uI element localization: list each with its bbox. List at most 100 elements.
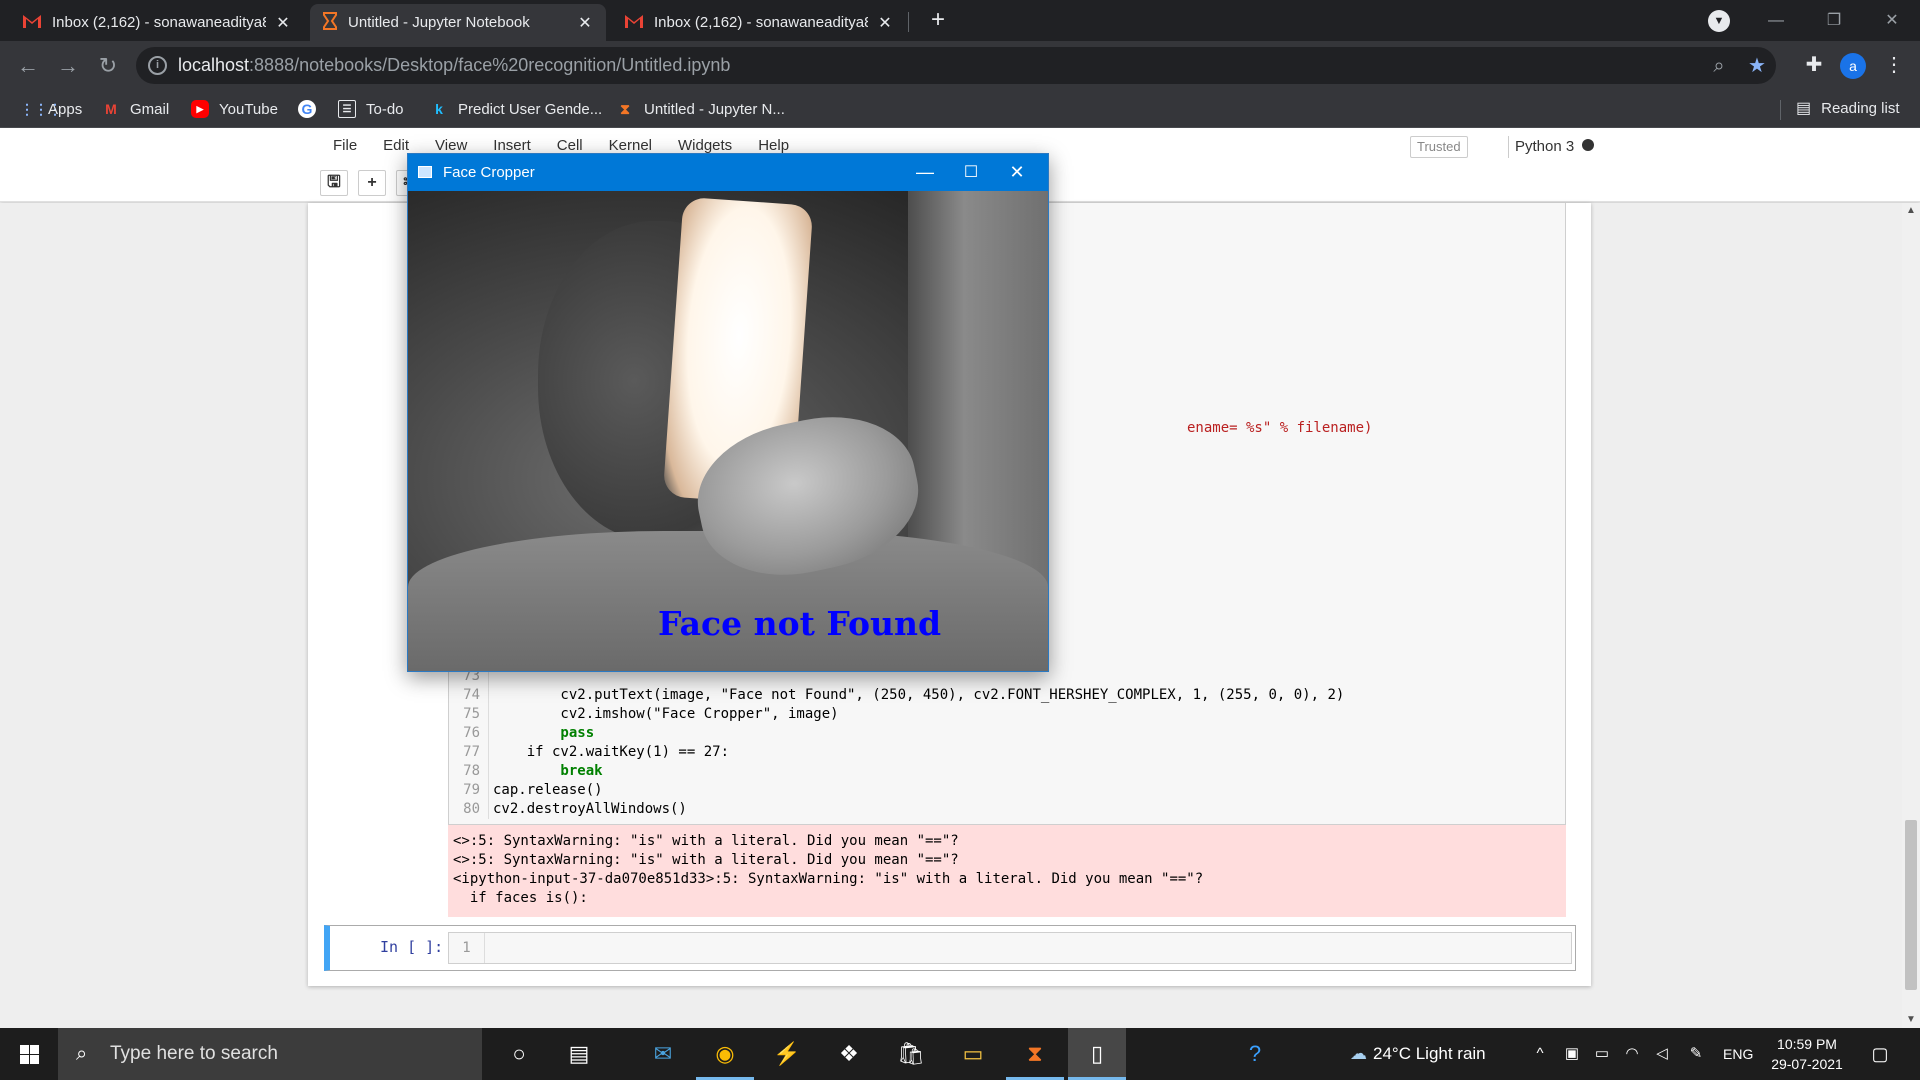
chrome-icon[interactable]: ◉ — [696, 1028, 754, 1080]
pen-icon[interactable]: ✎ — [1686, 1044, 1706, 1064]
windows-logo-icon — [20, 1055, 29, 1064]
bookmark-apps[interactable]: ⋮⋮⋮ Apps — [20, 98, 82, 120]
bookmark-google[interactable]: G — [298, 98, 326, 120]
forward-icon[interactable]: → — [52, 50, 84, 82]
notifications-icon[interactable]: ▢ — [1870, 1044, 1890, 1064]
code-line: 77 if cv2.waitKey(1) == 27: — [449, 743, 1565, 762]
profile-avatar[interactable]: a — [1840, 53, 1866, 79]
close-icon[interactable]: ✕ — [876, 13, 894, 33]
trusted-indicator[interactable]: Trusted — [1410, 136, 1468, 158]
windows-logo-icon — [30, 1055, 39, 1064]
tab-title: Untitled - Jupyter Notebook — [348, 14, 530, 31]
browser-tab-strip: Inbox (2,162) - sonawaneaditya8 ✕ Untitl… — [0, 0, 1920, 41]
browser-toolbar: ← → ↻ i localhost:8888/notebooks/Desktop… — [0, 41, 1920, 90]
extensions-icon[interactable]: ✚ — [1800, 51, 1828, 79]
url-text[interactable]: localhost:8888/notebooks/Desktop/face%20… — [178, 55, 730, 76]
taskbar-search-box[interactable]: ⌕ Type here to search — [58, 1028, 482, 1080]
more-menu-icon[interactable]: ⋮ — [1882, 51, 1906, 79]
restore-icon[interactable]: ❐ — [1810, 0, 1858, 41]
search-icon: ⌕ — [76, 1042, 88, 1065]
save-icon[interactable]: 🖫 — [320, 170, 348, 196]
address-bar[interactable]: i localhost:8888/notebooks/Desktop/face%… — [136, 47, 1776, 84]
bookmark-youtube[interactable]: ▶ YouTube — [191, 98, 278, 120]
add-cell-button[interactable]: + — [358, 170, 386, 196]
cell-editor[interactable]: 1 — [448, 932, 1572, 964]
line-number: 78 — [449, 762, 489, 781]
clock[interactable]: 10:59 PM 29-07-2021 — [1762, 1034, 1852, 1074]
code-line: 79 cap.release() — [449, 781, 1565, 800]
mail-icon[interactable]: ✉ — [634, 1028, 692, 1080]
stderr-line: if faces is(): — [453, 890, 588, 906]
gmail-icon — [624, 13, 644, 33]
volume-icon[interactable]: ◁ — [1652, 1044, 1672, 1064]
new-tab-button[interactable]: + — [924, 6, 952, 34]
menu-file[interactable]: File — [320, 128, 370, 164]
tab-gmail-inbox-1[interactable]: Inbox (2,162) - sonawaneaditya8 ✕ — [10, 4, 304, 41]
zoom-icon[interactable]: ⌕ — [1706, 53, 1732, 79]
close-icon[interactable]: ✕ — [576, 13, 594, 33]
bookmark-star-icon[interactable]: ★ — [1744, 53, 1770, 79]
youtube-icon: ▶ — [191, 100, 209, 118]
code-text: cv2.putText(image, "Face not Found", (25… — [493, 687, 1345, 703]
cortana-icon[interactable]: ○ — [490, 1028, 548, 1080]
windows-logo-icon — [20, 1045, 29, 1054]
minimize-icon[interactable]: — — [902, 154, 948, 191]
page-scrollbar[interactable]: ▲ ▼ — [1902, 203, 1920, 1028]
tab-title: Inbox (2,162) - sonawaneaditya8 — [52, 14, 266, 31]
jupyter-icon[interactable]: ⧗ — [1006, 1028, 1064, 1080]
file-explorer-icon[interactable]: ▭ — [944, 1028, 1002, 1080]
weather-text: 24°C Light rain — [1373, 1044, 1486, 1063]
tab-gmail-inbox-2[interactable]: Inbox (2,162) - sonawaneaditya8 ✕ — [612, 4, 906, 41]
wifi-icon[interactable]: ◠ — [1622, 1044, 1642, 1064]
tab-divider — [908, 12, 909, 32]
bookmark-kaggle[interactable]: k Predict User Gende... — [430, 98, 602, 120]
reading-list-button[interactable]: ▤ Reading list — [1796, 98, 1900, 118]
bookmark-label: Untitled - Jupyter N... — [644, 100, 785, 118]
code-text: cv2.destroyAllWindows() — [493, 801, 687, 817]
close-icon[interactable]: ✕ — [994, 154, 1040, 191]
line-number: 74 — [449, 686, 489, 705]
battery-icon[interactable]: ▭ — [1592, 1044, 1612, 1064]
dropbox-icon[interactable]: ❖ — [820, 1028, 878, 1080]
bookmark-gmail[interactable]: M Gmail — [102, 98, 169, 120]
store-icon[interactable]: 🛍 — [882, 1028, 940, 1080]
face-cropper-window[interactable]: Face Cropper — ☐ ✕ Face not Found — [407, 153, 1049, 672]
maximize-icon[interactable]: ☐ — [948, 154, 994, 191]
window-title: Face Cropper — [443, 164, 535, 181]
vscode-icon[interactable]: ⚡ — [758, 1028, 816, 1080]
language-indicator[interactable]: ENG — [1723, 1028, 1753, 1080]
bookmark-todo[interactable]: ☰ To-do — [338, 98, 404, 120]
minimize-icon[interactable]: — — [1752, 0, 1800, 41]
tab-search-icon[interactable]: ▼ — [1708, 10, 1730, 32]
notepad-icon[interactable]: ▯ — [1068, 1028, 1126, 1080]
face-cropper-titlebar[interactable]: Face Cropper — ☐ ✕ — [408, 154, 1048, 191]
help-icon[interactable]: ? — [1226, 1028, 1284, 1080]
start-button[interactable] — [0, 1028, 58, 1080]
close-window-icon[interactable]: ✕ — [1868, 0, 1916, 41]
scroll-up-icon[interactable]: ▲ — [1902, 203, 1920, 219]
site-info-icon[interactable]: i — [148, 56, 167, 75]
bookmark-jupyter[interactable]: ⧗ Untitled - Jupyter N... — [616, 98, 785, 120]
close-icon[interactable]: ✕ — [274, 13, 292, 33]
code-line: 74 cv2.putText(image, "Face not Found", … — [449, 686, 1565, 705]
weather-widget[interactable]: ☁ 24°C Light rain — [1350, 1028, 1486, 1080]
device-icon[interactable]: ▣ — [1562, 1044, 1582, 1064]
scroll-down-icon[interactable]: ▼ — [1902, 1012, 1920, 1028]
chevron-up-icon[interactable]: ^ — [1530, 1044, 1550, 1064]
kernel-name: Python 3 — [1508, 136, 1574, 158]
clock-time: 10:59 PM — [1777, 1036, 1837, 1052]
bookmark-label: Predict User Gende... — [458, 100, 603, 118]
tab-jupyter-notebook[interactable]: Untitled - Jupyter Notebook ✕ — [310, 4, 606, 41]
line-number: 75 — [449, 705, 489, 724]
task-view-icon[interactable]: ▤ — [550, 1028, 608, 1080]
back-icon[interactable]: ← — [12, 50, 44, 82]
scrollbar-thumb[interactable] — [1905, 820, 1917, 990]
apps-grid-icon: ⋮⋮⋮ — [20, 101, 62, 117]
code-text: pass — [493, 725, 595, 741]
code-editor[interactable]: 73 74 cv2.putText(image, "Face not Found… — [449, 667, 1565, 819]
cloud-rain-icon: ☁ — [1350, 1044, 1367, 1063]
reload-icon[interactable]: ↻ — [92, 50, 124, 82]
empty-input-cell[interactable]: In [ ]: 1 — [324, 925, 1576, 971]
jupyter-icon: ⧗ — [620, 101, 630, 117]
code-fragment: ename= %s" % filename) — [1187, 420, 1373, 436]
